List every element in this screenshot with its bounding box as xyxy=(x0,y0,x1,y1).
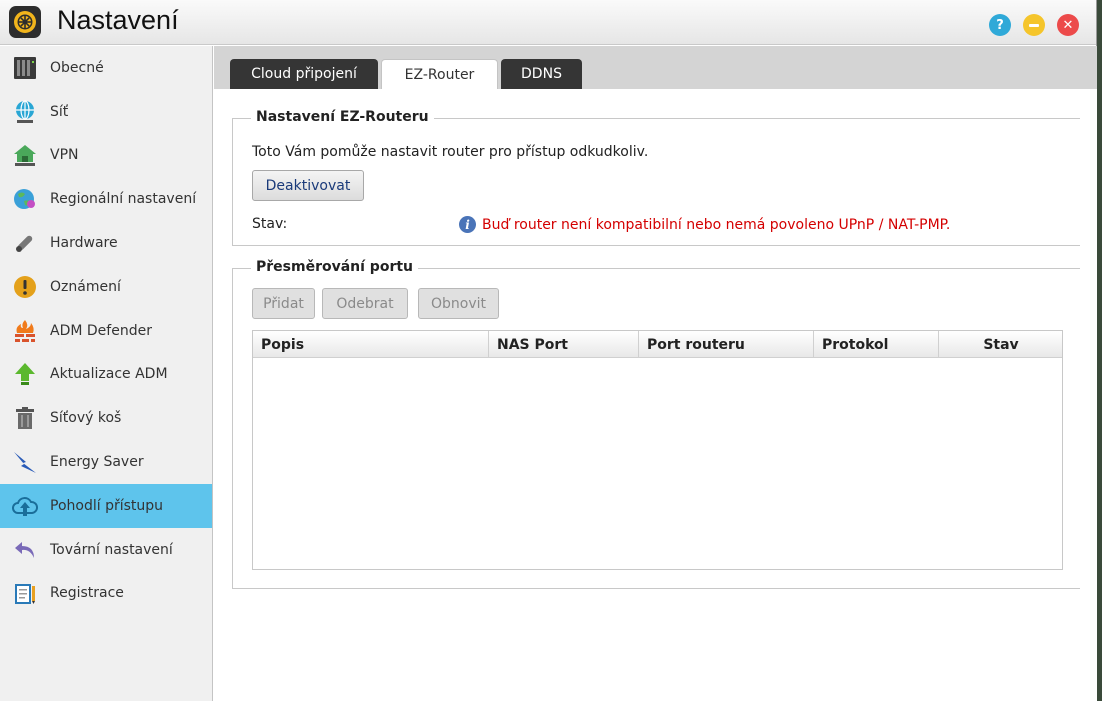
sidebar-item-adm-defender[interactable]: ADM Defender xyxy=(0,309,212,353)
main-content: Nastavení EZ-Routeru Toto Vám pomůže nas… xyxy=(214,89,1097,701)
title-bar[interactable]: Nastavení ? ✕ xyxy=(0,0,1096,45)
sidebar-item-energy-saver[interactable]: Energy Saver xyxy=(0,440,212,484)
close-button[interactable]: ✕ xyxy=(1057,14,1079,36)
undo-arrow-icon xyxy=(11,536,39,564)
help-icon: ? xyxy=(996,17,1004,33)
port-forwarding-table: Popis NAS Port Port routeru Protokol Sta… xyxy=(252,330,1063,570)
sidebar-item-label: Oznámení xyxy=(50,278,121,295)
status-message: Buď router není kompatibilní nebo nemá p… xyxy=(482,216,951,233)
sidebar-item-access-convenience[interactable]: Pohodlí přístupu xyxy=(0,483,212,528)
sidebar-item-regional[interactable]: Regionální nastavení xyxy=(0,177,212,221)
status-message-row: i Buď router není kompatibilní nebo nemá… xyxy=(459,216,950,233)
minimize-icon xyxy=(1029,23,1039,27)
lightning-icon xyxy=(11,448,39,476)
sidebar-item-label: ADM Defender xyxy=(50,322,152,339)
tab-ddns[interactable]: DDNS xyxy=(501,59,582,89)
sidebar: Obecné Síť VPN Regionální nastavení Hard… xyxy=(0,46,213,701)
ez-router-description: Toto Vám pomůže nastavit router pro přís… xyxy=(252,144,649,160)
sidebar-item-label: Síťový koš xyxy=(50,410,122,427)
nas-device-icon xyxy=(11,54,39,82)
sidebar-item-label: Registrace xyxy=(50,585,124,602)
vpn-house-icon xyxy=(11,141,39,169)
up-arrow-icon xyxy=(11,360,39,388)
wrench-icon xyxy=(11,229,39,257)
ez-router-group-title: Nastavení EZ-Routeru xyxy=(251,109,434,125)
window-title: Nastavení xyxy=(57,5,179,35)
trash-icon xyxy=(11,404,39,432)
sidebar-item-vpn[interactable]: VPN xyxy=(0,134,212,178)
exclamation-icon xyxy=(11,273,39,301)
refresh-button[interactable]: Obnovit xyxy=(418,288,499,319)
sidebar-item-general[interactable]: Obecné xyxy=(0,46,212,90)
sidebar-item-label: Aktualizace ADM xyxy=(50,366,168,383)
table-header: Popis NAS Port Port routeru Protokol Sta… xyxy=(253,331,1062,358)
sidebar-item-label: Obecné xyxy=(50,59,104,76)
sidebar-item-label: Energy Saver xyxy=(50,454,144,471)
network-globe-icon xyxy=(11,98,39,126)
column-header-status[interactable]: Stav xyxy=(939,331,1063,358)
sidebar-item-label: Regionální nastavení xyxy=(50,191,197,208)
sidebar-item-network[interactable]: Síť xyxy=(0,90,212,134)
clipboard-pen-icon xyxy=(11,579,39,607)
close-icon: ✕ xyxy=(1062,17,1074,33)
column-header-nas-port[interactable]: NAS Port xyxy=(489,331,639,358)
settings-window: Nastavení ? ✕ Obecné Síť VPN Regionální … xyxy=(0,0,1097,701)
sidebar-item-label: Síť xyxy=(50,103,69,120)
settings-app-icon xyxy=(9,6,41,38)
tab-cloud-connect[interactable]: Cloud připojení xyxy=(230,59,378,89)
add-button[interactable]: Přidat xyxy=(252,288,315,319)
deactivate-button[interactable]: Deaktivovat xyxy=(252,170,364,201)
sidebar-item-hardware[interactable]: Hardware xyxy=(0,221,212,265)
column-header-description[interactable]: Popis xyxy=(253,331,489,358)
remove-button[interactable]: Odebrat xyxy=(322,288,408,319)
sidebar-item-factory-reset[interactable]: Tovární nastavení xyxy=(0,528,212,572)
sidebar-item-recycle-bin[interactable]: Síťový koš xyxy=(0,396,212,440)
column-header-protocol[interactable]: Protokol xyxy=(814,331,939,358)
sidebar-item-adm-update[interactable]: Aktualizace ADM xyxy=(0,353,212,397)
sidebar-item-notifications[interactable]: Oznámení xyxy=(0,265,212,309)
cloud-upload-icon xyxy=(11,492,39,520)
globe-pin-icon xyxy=(11,185,39,213)
sidebar-item-label: Pohodlí přístupu xyxy=(50,497,164,514)
help-button[interactable]: ? xyxy=(989,14,1011,36)
sidebar-item-label: VPN xyxy=(50,147,79,164)
firewall-icon xyxy=(11,317,39,345)
minimize-button[interactable] xyxy=(1023,14,1045,36)
sidebar-item-label: Hardware xyxy=(50,235,118,252)
tab-ez-router[interactable]: EZ-Router xyxy=(381,59,498,89)
status-label: Stav: xyxy=(252,216,288,232)
port-forwarding-group-title: Přesměrování portu xyxy=(251,259,419,275)
tab-bar: Cloud připojení EZ-Router DDNS xyxy=(214,46,1097,89)
info-icon: i xyxy=(459,216,476,233)
sidebar-item-registration[interactable]: Registrace xyxy=(0,572,212,616)
sidebar-item-label: Tovární nastavení xyxy=(50,541,173,558)
column-header-router-port[interactable]: Port routeru xyxy=(639,331,814,358)
